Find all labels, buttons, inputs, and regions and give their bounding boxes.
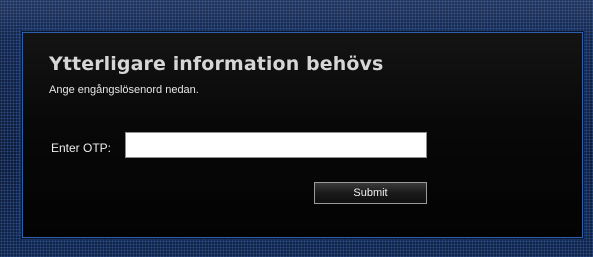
otp-input[interactable]	[125, 132, 427, 158]
otp-label: Enter OTP:	[51, 141, 112, 155]
dialog-subtitle: Ange engångslösenord nedan.	[49, 84, 199, 96]
otp-dialog-panel: Ytterligare information behövs Ange engå…	[22, 32, 583, 238]
dialog-title: Ytterligare information behövs	[49, 53, 384, 75]
submit-button[interactable]: Submit	[314, 182, 427, 204]
